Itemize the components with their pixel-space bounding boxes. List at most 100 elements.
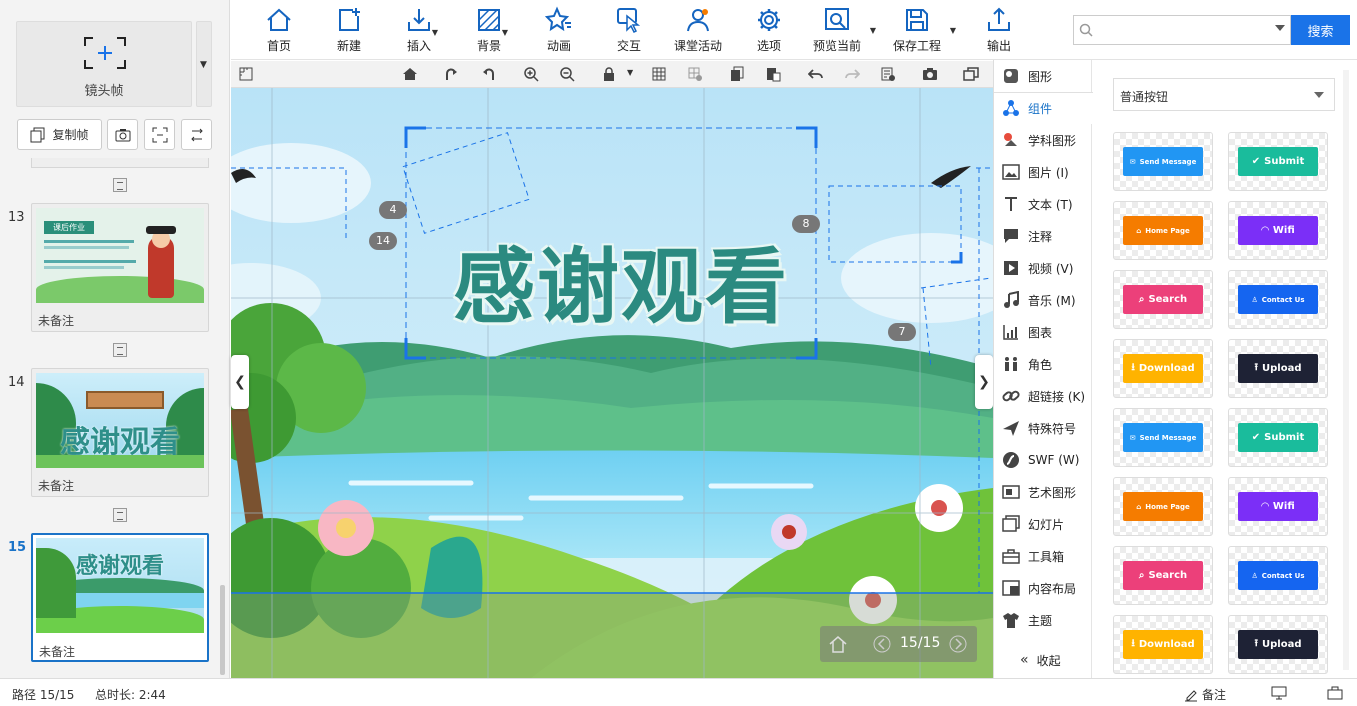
note-button[interactable]: 备注 — [1184, 686, 1226, 703]
lock-icon[interactable] — [601, 66, 617, 82]
component-submit-button[interactable]: ✔ Submit — [1228, 408, 1328, 467]
menu-item-image[interactable]: 图片 (I) — [994, 156, 1093, 188]
component-icon — [1002, 99, 1020, 117]
frame-badge[interactable]: 4 — [379, 201, 407, 219]
home-view-icon[interactable] — [402, 66, 418, 82]
menu-item-video[interactable]: 视频 (V) — [994, 252, 1093, 284]
fit-frame-button[interactable] — [144, 119, 175, 150]
toolbar-background-button[interactable]: 背景 ▼ — [472, 6, 508, 56]
menu-item-role[interactable]: 角色 — [994, 348, 1093, 380]
search-button[interactable]: 搜索 — [1291, 15, 1350, 45]
camera-icon[interactable] — [922, 66, 938, 82]
transition-marker-icon[interactable] — [113, 508, 127, 522]
frame-badge[interactable]: 8 — [792, 215, 820, 233]
component-download-button[interactable]: ⭳ Download — [1113, 615, 1213, 674]
component-button-preview: ♙ Contact Us — [1238, 285, 1318, 314]
component-upload-button[interactable]: ⭱ Upload — [1228, 339, 1328, 398]
ruler-icon[interactable] — [238, 66, 254, 82]
transition-marker-icon[interactable] — [113, 343, 127, 357]
component-wifi-button[interactable]: ◠ Wifi — [1228, 477, 1328, 536]
menu-item-layout[interactable]: 内容布局 — [994, 572, 1093, 604]
chevron-right-icon[interactable] — [948, 634, 968, 654]
component-send-message-button[interactable]: ✉ Send Message — [1113, 132, 1213, 191]
copy-frame-button[interactable]: 复制帧 — [17, 119, 102, 150]
properties-icon[interactable] — [880, 66, 896, 82]
component-contact-us-button[interactable]: ♙ Contact Us — [1228, 270, 1328, 329]
menu-item-shape[interactable]: 图形 — [994, 60, 1093, 92]
component-upload-button[interactable]: ⭱ Upload — [1228, 615, 1328, 674]
next-frame-arrow[interactable]: ❯ — [975, 355, 993, 409]
snapshot-button[interactable] — [107, 119, 138, 150]
slide-title-text[interactable]: 感谢观看 — [421, 220, 821, 339]
menu-item-slideshow[interactable]: 幻灯片 — [994, 508, 1093, 540]
screen-icon[interactable] — [1271, 686, 1287, 700]
component-search-button[interactable]: ⌕ Search — [1113, 270, 1213, 329]
collapse-menu-button[interactable]: « 收起 — [994, 644, 1093, 676]
component-submit-button[interactable]: ✔ Submit — [1228, 132, 1328, 191]
menu-item-text[interactable]: 文本 (T) — [994, 188, 1093, 220]
transition-button[interactable] — [181, 119, 212, 150]
component-home-page-button[interactable]: ⌂ Home Page — [1113, 477, 1213, 536]
menu-item-art-shape[interactable]: 艺术图形 — [994, 476, 1093, 508]
frame-badge[interactable]: 7 — [888, 323, 916, 341]
components-scrollbar[interactable] — [1343, 70, 1349, 670]
zoom-out-icon[interactable] — [559, 66, 575, 82]
transition-marker-icon[interactable] — [113, 178, 127, 192]
menu-item-component[interactable]: 组件 — [994, 92, 1093, 124]
component-search-button[interactable]: ⌕ Search — [1113, 546, 1213, 605]
rotate-left-icon[interactable] — [480, 66, 496, 82]
component-download-button[interactable]: ⭳ Download — [1113, 339, 1213, 398]
menu-item-plane[interactable]: 特殊符号 — [994, 412, 1093, 444]
menu-item-link[interactable]: 超链接 (K) — [994, 380, 1093, 412]
menu-item-chart[interactable]: 图表 — [994, 316, 1093, 348]
zoom-in-icon[interactable] — [523, 66, 539, 82]
slide-list-scrollbar[interactable] — [220, 585, 225, 675]
toolbar-save-button[interactable]: 保存工程 ▼ — [890, 6, 956, 56]
rotate-right-icon[interactable] — [444, 66, 460, 82]
toolbar-export-button[interactable]: 输出 — [982, 6, 1016, 56]
component-home-page-button[interactable]: ⌂ Home Page — [1113, 201, 1213, 260]
component-wifi-button[interactable]: ◠ Wifi — [1228, 201, 1328, 260]
toolbar-classroom-button[interactable]: 课堂活动 — [672, 6, 724, 56]
search-dropdown-icon[interactable] — [1275, 25, 1285, 31]
slide-thumbnail-14[interactable]: 感谢观看 未备注 — [31, 368, 209, 497]
component-button-label: Search — [1148, 294, 1188, 305]
redo-icon[interactable] — [844, 66, 860, 82]
undo-icon[interactable] — [808, 66, 824, 82]
caret-down-icon[interactable]: ▼ — [627, 68, 633, 77]
slide-note: 未备注 — [38, 479, 75, 493]
window-icon[interactable] — [963, 66, 979, 82]
toolbar-insert-button[interactable]: 插入 ▼ — [402, 6, 438, 56]
menu-item-toolbox[interactable]: 工具箱 — [994, 540, 1093, 572]
slide-canvas[interactable]: 感谢观看 4 14 8 7 — [231, 88, 993, 678]
grid-settings-icon[interactable] — [687, 66, 703, 82]
component-send-message-button[interactable]: ✉ Send Message — [1113, 408, 1213, 467]
search-input[interactable] — [1098, 21, 1258, 39]
menu-item-comment[interactable]: 注释 — [994, 220, 1093, 252]
menu-item-subject-shape[interactable]: 学科图形 — [994, 124, 1093, 156]
component-contact-us-button[interactable]: ♙ Contact Us — [1228, 546, 1328, 605]
toolbar-preview-button[interactable]: 预览当前 ▼ — [810, 6, 876, 56]
lens-frame-dropdown[interactable]: ▼ — [196, 21, 212, 107]
fullscreen-icon[interactable] — [1327, 686, 1343, 700]
chevron-left-icon[interactable] — [872, 634, 892, 654]
prev-frame-arrow[interactable]: ❮ — [231, 355, 249, 409]
image-icon — [1002, 163, 1020, 181]
toolbar-interact-button[interactable]: 交互 — [612, 6, 646, 56]
home-icon[interactable] — [828, 634, 848, 654]
menu-item-music[interactable]: 音乐 (M) — [994, 284, 1093, 316]
grid-icon[interactable] — [651, 66, 667, 82]
paste-icon[interactable] — [765, 66, 781, 82]
toolbar-new-button[interactable]: 新建 — [332, 6, 366, 56]
slide-thumbnail-15[interactable]: 感谢观看 未备注 — [31, 533, 209, 662]
component-category-select[interactable]: 普通按钮 — [1113, 78, 1335, 111]
slide-thumbnail-13[interactable]: 课后作业 未备注 — [31, 203, 209, 332]
menu-item-swf[interactable]: SWF (W) — [994, 444, 1093, 476]
toolbar-animation-button[interactable]: 动画 — [542, 6, 576, 56]
copy-icon[interactable] — [729, 66, 745, 82]
toolbar-home-button[interactable]: 首页 — [262, 6, 296, 56]
frame-badge[interactable]: 14 — [369, 232, 397, 250]
toolbar-options-button[interactable]: 选项 — [752, 6, 786, 56]
lens-frame-button[interactable]: 镜头帧 — [16, 21, 192, 107]
menu-item-theme[interactable]: 主题 — [994, 604, 1093, 636]
